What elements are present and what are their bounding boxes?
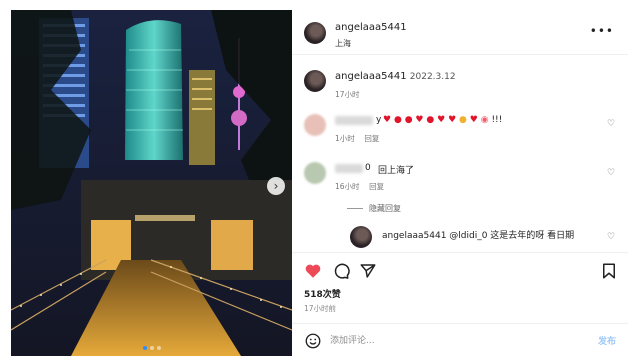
post-header: angelaaa5441 上海 ••• [292,10,628,55]
like-comment-heart-icon[interactable]: ♡ [606,119,616,129]
comment-age: 16小时 [335,182,360,191]
commenter-name-redacted [335,164,363,173]
kiss-lips-emoji-icon: ● [393,115,402,125]
hide-replies-label: 隐藏回复 [369,204,401,213]
add-comment-input[interactable] [330,334,570,348]
carousel-dot [143,346,147,350]
divider-line [347,208,363,209]
heart-emoji-icon: ♥ [437,115,446,125]
send-icon[interactable] [359,262,377,280]
comment-bar: 发布 [292,323,628,356]
reply-text: @ldidi_0 这是去年的呀 看日期 [449,231,575,241]
comment-age: 1小时 [335,134,355,143]
reply-line: angelaaa5441 @ldidi_0 这是去年的呀 看日期 [382,228,574,241]
reply-button[interactable]: 回复 [364,134,379,143]
caption-author-name[interactable]: angelaaa5441 [335,71,407,82]
comment-icon[interactable] [332,262,350,280]
post-timestamp: 17小时前 [304,304,337,313]
comment-emoji-row: ♥ ● ● ♥ ● ♥ ♥ ● ♥ ◉ !!! [383,115,502,125]
heart-emoji-icon: ♥ [469,115,478,125]
reply-author[interactable]: angelaaa5441 [382,231,446,241]
author-avatar[interactable] [304,22,326,44]
comment-meta: 16小时 回复 [335,181,384,192]
like-comment-heart-icon[interactable]: ♡ [606,168,616,178]
carousel-dot [157,346,161,350]
post-comment-button[interactable]: 发布 [598,334,616,347]
caption-author: angelaaa5441 2022.3.12 [335,71,456,82]
kiss-face-emoji-icon: ◉ [480,115,489,125]
post-actions: 518次赞 17小时前 发布 [292,252,628,356]
heart-emoji-icon: ♥ [383,115,392,125]
comment-text: 回上海了 [378,166,415,176]
caption-age: 17小时 [335,90,360,99]
carousel-next-button[interactable]: › [267,177,285,195]
comment-meta: 1小时 回复 [335,133,379,144]
reply-button[interactable]: 回复 [369,182,384,191]
carousel-dots [143,346,161,350]
night-city-photo [11,10,292,356]
caption-date: 2022.3.12 [409,72,456,82]
commenter-name-tail[interactable]: 0 [365,163,371,173]
commenter-avatar[interactable] [304,162,326,184]
post-side-panel: angelaaa5441 上海 ••• angelaaa5441 2022.3.… [292,10,628,356]
heart-eyes-emoji-icon: ● [426,115,435,125]
heart-emoji-icon: ♥ [415,115,424,125]
post-photo: › [11,10,292,356]
chevron-right-icon: › [273,179,279,193]
smiley-icon[interactable] [304,332,322,350]
author-username[interactable]: angelaaa5441 [335,22,407,33]
more-dots-icon[interactable]: ••• [590,24,614,38]
commenter-name-redacted [335,116,373,125]
heart-eyes-emoji-icon: ● [459,115,467,125]
like-comment-heart-icon[interactable]: ♡ [606,232,616,242]
kiss-lips-emoji-icon: ● [404,115,413,125]
hide-replies-toggle[interactable]: 隐藏回复 [347,203,401,214]
heart-filled-icon[interactable] [304,262,322,280]
caption-avatar[interactable] [304,70,326,92]
commenter-name-tail[interactable]: y [376,115,381,125]
reply-avatar[interactable] [350,226,372,248]
comments-list: angelaaa5441 2022.3.12 17小时 y ♥ ● ● ♥ ● … [292,56,628,252]
likes-count[interactable]: 518次赞 [304,287,341,300]
carousel-dot [150,346,154,350]
heart-emoji-icon: ♥ [448,115,457,125]
bookmark-icon[interactable] [600,262,618,280]
post-modal: › angelaaa5441 上海 ••• angelaaa5441 2022.… [11,10,628,356]
post-location[interactable]: 上海 [335,38,351,49]
comment-text: !!! [491,115,503,125]
commenter-avatar[interactable] [304,114,326,136]
